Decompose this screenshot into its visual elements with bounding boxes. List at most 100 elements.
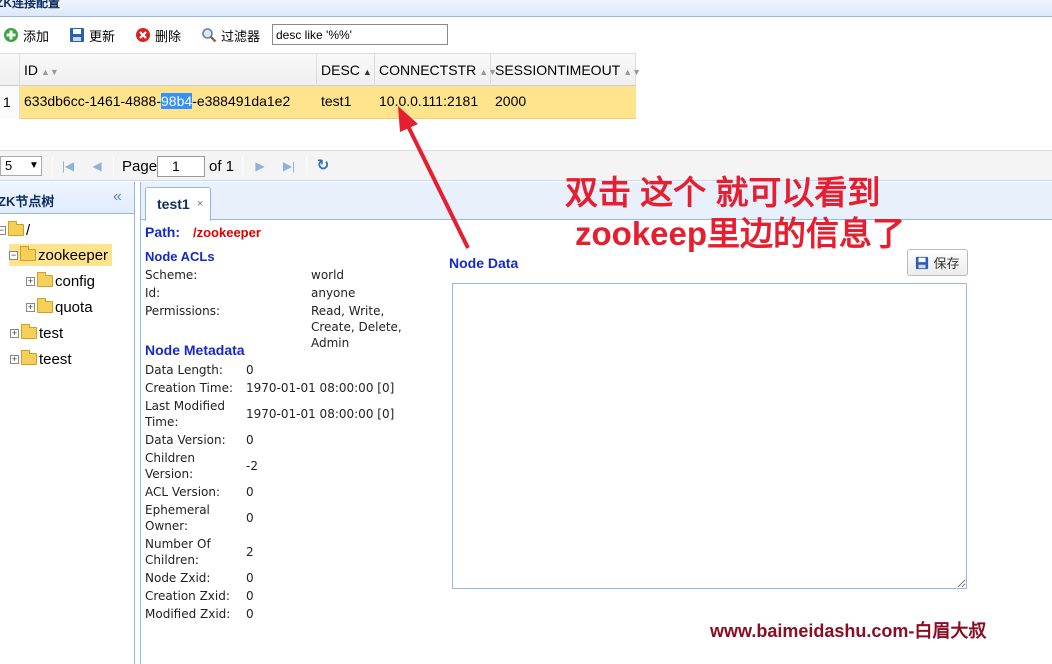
meta-key: Creation Zxid: — [145, 589, 230, 603]
annotation-arrow — [398, 106, 470, 249]
column-header-connectstr[interactable]: CONNECTSTR ▲▼ — [375, 54, 497, 86]
tree-node-label: quota — [55, 298, 93, 316]
row-cells[interactable]: 633db6cc-1461-4888-98b4-e388491da1e2 tes… — [20, 86, 636, 119]
update-button[interactable]: 更新 — [69, 26, 115, 44]
cell-id-part: 633db6cc-1461-4888- — [24, 93, 161, 109]
save-icon — [916, 256, 929, 269]
tree-node-zookeeper[interactable]: − zookeeper — [9, 244, 112, 266]
search-icon — [201, 27, 217, 43]
folder-icon — [21, 350, 37, 365]
rownum-header — [0, 54, 20, 86]
tree-node-test[interactable]: + test — [10, 322, 63, 344]
meta-key: Modified Zxid: — [145, 607, 231, 621]
collapse-icon[interactable]: « — [113, 188, 122, 206]
prev-page-icon[interactable]: ◀ — [89, 158, 105, 174]
annotation-line: 双击 这个 就可以看到 — [565, 174, 881, 211]
add-label: 添加 — [23, 28, 50, 44]
toolbar: 添加 更新 删除 过滤器 — [0, 18, 1052, 52]
next-page-icon[interactable]: ▶ — [252, 158, 268, 174]
filter-button[interactable]: 过滤器 — [201, 26, 260, 44]
meta-key: Data Version: — [145, 433, 226, 447]
page-label: Page — [122, 158, 158, 175]
collapse-toggle-icon[interactable]: − — [9, 250, 18, 260]
grid-header: ID ▲▼ DESC ▲ CONNECTSTR ▲▼ SESSIONTIMEOUT ▲▼ — [0, 53, 641, 86]
meta-value: 0 — [246, 511, 254, 525]
tab-test1[interactable]: test1 × — [145, 187, 211, 221]
last-page-icon[interactable]: ▶| — [281, 158, 297, 174]
tree-node-quota[interactable]: + quota — [26, 296, 93, 318]
update-label: 更新 — [89, 28, 116, 44]
tree-node-label: zookeeper — [38, 246, 109, 264]
meta-value: 0 — [246, 433, 254, 447]
delete-button[interactable]: 删除 — [135, 26, 181, 44]
tree-node-teest[interactable]: + teest — [10, 348, 72, 370]
separator — [242, 157, 243, 177]
cell-id-selection: 98b4 — [161, 93, 193, 109]
row-number: 1 — [0, 86, 20, 119]
cell-sessiontimeout[interactable]: 2000 — [491, 86, 636, 118]
filter-input[interactable] — [272, 24, 448, 45]
column-label: SESSIONTIMEOUT — [495, 62, 621, 78]
column-header-id[interactable]: ID ▲▼ — [20, 54, 317, 86]
annotation-text: 双击 这个 就可以看到 zookeep里边的信息了 — [565, 172, 905, 254]
expand-toggle-icon[interactable]: + — [26, 302, 35, 312]
node-metadata-title: Node Metadata — [145, 342, 245, 358]
meta-key: Last Modified Time: — [145, 399, 226, 429]
meta-value: 0 — [246, 589, 254, 603]
folder-icon — [37, 298, 53, 313]
sort-icon: ▲▼ — [623, 67, 642, 77]
column-header-desc[interactable]: DESC ▲ — [317, 54, 375, 86]
first-page-icon[interactable]: |◀ — [60, 158, 76, 174]
column-label: ID — [24, 62, 38, 78]
cell-id[interactable]: 633db6cc-1461-4888-98b4-e388491da1e2 — [20, 86, 317, 118]
acl-key: Permissions: — [145, 304, 221, 318]
meta-key: Node Zxid: — [145, 571, 211, 585]
meta-key: Data Length: — [145, 363, 223, 377]
save-label: 保存 — [933, 256, 960, 271]
expand-toggle-icon[interactable]: + — [26, 276, 35, 286]
column-header-sessiontimeout[interactable]: SESSIONTIMEOUT ▲▼ — [491, 54, 641, 86]
table-row[interactable]: 1 633db6cc-1461-4888-98b4-e388491da1e2 t… — [0, 86, 636, 119]
add-button[interactable]: 添加 — [3, 26, 49, 44]
filter-label: 过滤器 — [221, 28, 261, 44]
meta-value: 0 — [246, 363, 254, 377]
meta-value: 1970-01-01 08:00:00 [0] — [246, 381, 395, 395]
annotation-line: zookeep里边的信息了 — [575, 215, 906, 252]
node-acls-title: Node ACLs — [145, 249, 215, 264]
meta-value: 0 — [246, 571, 254, 585]
close-icon[interactable]: × — [197, 198, 203, 210]
collapse-toggle-icon[interactable]: − — [0, 225, 6, 235]
expand-toggle-icon[interactable]: + — [10, 328, 19, 338]
path-value: /zookeeper — [193, 225, 261, 240]
refresh-icon[interactable]: ↻ — [315, 158, 331, 174]
page-number-input[interactable]: 1 — [157, 156, 205, 177]
expand-toggle-icon[interactable]: + — [10, 354, 19, 364]
tree-node-root[interactable]: − / — [0, 219, 30, 241]
window-title: ZK连接配置 — [0, 0, 60, 10]
acl-value: Read, Write, Create, Delete, Admin — [311, 304, 402, 350]
acl-value: world — [311, 268, 345, 282]
save-button[interactable]: 保存 — [907, 249, 968, 276]
meta-key: Creation Time: — [145, 381, 233, 395]
delete-icon — [135, 27, 151, 43]
separator — [306, 157, 307, 177]
separator — [52, 157, 53, 177]
page-size-select[interactable]: 5 ▼ — [0, 156, 42, 176]
tree-node-label: / — [26, 221, 31, 239]
node-data-textarea[interactable] — [452, 283, 967, 589]
cell-id-part: -e388491da1e2 — [192, 93, 291, 109]
window-title-bar: ZK连接配置 — [0, 0, 1052, 17]
tree-title: ZK节点树 — [0, 194, 55, 209]
acl-key: Scheme: — [145, 268, 198, 282]
add-icon — [3, 27, 19, 43]
column-label: CONNECTSTR — [379, 62, 477, 78]
tree-node-config[interactable]: + config — [26, 270, 95, 292]
tree-node-label: config — [55, 272, 96, 290]
acl-key: Id: — [145, 286, 161, 300]
cell-desc[interactable]: test1 — [317, 86, 375, 118]
tree-node-label: teest — [39, 350, 72, 368]
watermark: www.baimeidashu.com-白眉大叔 — [710, 621, 987, 641]
meta-value: -2 — [246, 459, 258, 473]
folder-icon — [37, 272, 53, 287]
tab-label: test1 — [157, 196, 190, 212]
